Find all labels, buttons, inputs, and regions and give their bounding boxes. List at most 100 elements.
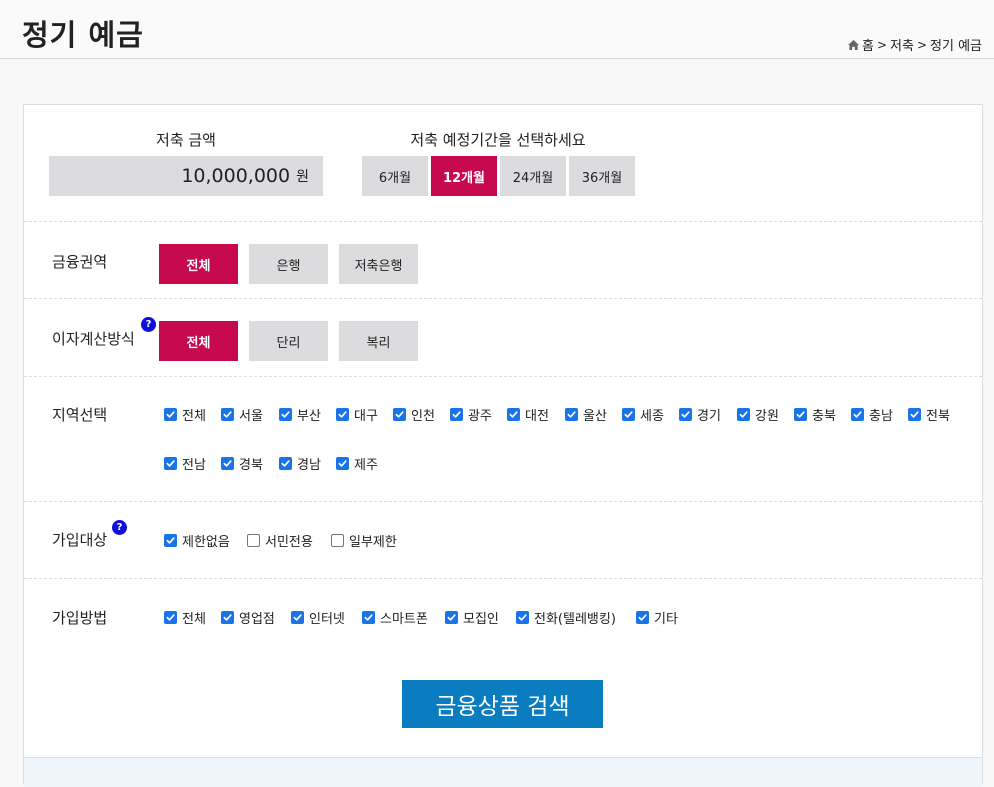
region-checkbox-item[interactable]: 강원 [737,405,779,424]
checkbox[interactable] [221,408,234,421]
region-checkbox-item[interactable]: 경남 [279,454,321,473]
region-checkbox-item[interactable]: 제주 [336,454,378,473]
region-checkbox-label: 경북 [239,458,263,473]
region-checkbox-item[interactable]: 전북 [908,405,950,424]
checkbox[interactable] [164,457,177,470]
amount-label: 저축 금액 [156,131,216,149]
region-checkbox-item[interactable]: 세종 [622,405,664,424]
breadcrumb-home[interactable]: 홈 [862,35,874,54]
checkbox[interactable] [164,611,177,624]
method-checkbox-item[interactable]: 인터넷 [291,608,345,627]
region-checkbox-item[interactable]: 경북 [221,454,263,473]
checkmark-icon [223,460,232,467]
period-button-12m[interactable]: 12개월 [431,156,497,196]
checkbox[interactable] [393,408,406,421]
checkbox[interactable] [445,611,458,624]
interest-button-compound[interactable]: 복리 [339,321,418,361]
checkbox[interactable] [636,611,649,624]
home-icon [848,39,859,50]
region-checkbox-item[interactable]: 경기 [679,405,721,424]
interest-button-simple[interactable]: 단리 [249,321,328,361]
region-checkbox-item[interactable]: 부산 [279,405,321,424]
region-checkbox-label: 전체 [182,409,206,424]
checkbox[interactable] [794,408,807,421]
region-checkbox-label: 전북 [926,409,950,424]
region-checkbox-label: 서울 [239,409,263,424]
checkbox[interactable] [737,408,750,421]
checkbox[interactable] [507,408,520,421]
region-checkbox-label: 인천 [411,409,435,424]
checkmark-icon [796,411,805,418]
method-checkbox-item[interactable]: 전화(텔레뱅킹) [516,608,616,627]
region-checkbox-item[interactable]: 대구 [336,405,378,424]
region-checkbox-item[interactable]: 울산 [565,405,607,424]
checkmark-icon [338,411,347,418]
period-button-36m[interactable]: 36개월 [569,156,635,196]
help-icon[interactable]: ? [112,520,127,535]
region-checkbox-item[interactable]: 전남 [164,454,206,473]
sector-button-bank[interactable]: 은행 [249,244,328,284]
region-checkbox-label: 세종 [640,409,664,424]
checkbox[interactable] [221,611,234,624]
method-checkbox-label: 영업점 [239,612,275,627]
interest-label: 이자계산방식 [52,330,135,348]
checkbox[interactable] [331,534,344,547]
checkmark-icon [166,537,175,544]
divider [24,298,982,299]
region-checkbox-item[interactable]: 대전 [507,405,549,424]
checkbox[interactable] [164,534,177,547]
checkmark-icon [293,614,302,621]
interest-button-all[interactable]: 전체 [159,321,238,361]
checkbox[interactable] [565,408,578,421]
method-checkbox-item[interactable]: 전체 [164,608,206,627]
checkbox[interactable] [851,408,864,421]
region-label: 지역선택 [52,406,108,424]
target-checkbox-item[interactable]: 서민전용 [247,531,313,550]
page-title: 정기 예금 [22,18,144,52]
method-checkbox-item[interactable]: 영업점 [221,608,275,627]
region-checkbox-item[interactable]: 서울 [221,405,263,424]
checkbox[interactable] [164,408,177,421]
region-checkbox-item[interactable]: 전체 [164,405,206,424]
page-header: 정기 예금 홈 > 저축 > 정기 예금 [0,0,994,59]
method-checkbox-label: 스마트폰 [380,612,428,627]
target-checkbox-item[interactable]: 제한없음 [164,531,230,550]
target-checkbox-label: 서민전용 [265,535,313,550]
checkbox[interactable] [362,611,375,624]
checkbox[interactable] [679,408,692,421]
help-icon[interactable]: ? [141,317,156,332]
checkbox[interactable] [279,457,292,470]
sector-button-all[interactable]: 전체 [159,244,238,284]
breadcrumb: 홈 > 저축 > 정기 예금 [848,35,982,54]
period-button-24m[interactable]: 24개월 [500,156,566,196]
checkbox[interactable] [450,408,463,421]
region-checkbox-item[interactable]: 충남 [851,405,893,424]
period-label: 저축 예정기간을 선택하세요 [410,131,586,149]
amount-input[interactable]: 10,000,000 원 [49,156,323,196]
checkbox[interactable] [516,611,529,624]
checkbox[interactable] [279,408,292,421]
period-button-6m[interactable]: 6개월 [362,156,428,196]
target-checkbox-item[interactable]: 일부제한 [331,531,397,550]
method-checkbox-item[interactable]: 스마트폰 [362,608,428,627]
region-checkbox-item[interactable]: 충북 [794,405,836,424]
interest-selector: 전체 단리 복리 [159,321,429,361]
search-button[interactable]: 금융상품 검색 [402,680,603,728]
checkmark-icon [223,411,232,418]
method-checkbox-item[interactable]: 기타 [636,608,678,627]
checkbox[interactable] [908,408,921,421]
sector-button-savings-bank[interactable]: 저축은행 [339,244,418,284]
divider [24,501,982,502]
period-selector: 6개월 12개월 24개월 36개월 [362,156,638,196]
method-checkbox-item[interactable]: 모집인 [445,608,499,627]
checkbox[interactable] [221,457,234,470]
region-checkbox-item[interactable]: 광주 [450,405,492,424]
checkbox[interactable] [291,611,304,624]
checkbox[interactable] [247,534,260,547]
breadcrumb-savings[interactable]: 저축 [890,35,914,54]
checkbox[interactable] [622,408,635,421]
region-checkbox-item[interactable]: 인천 [393,405,435,424]
checkbox[interactable] [336,457,349,470]
sector-label: 금융권역 [52,253,108,271]
checkbox[interactable] [336,408,349,421]
